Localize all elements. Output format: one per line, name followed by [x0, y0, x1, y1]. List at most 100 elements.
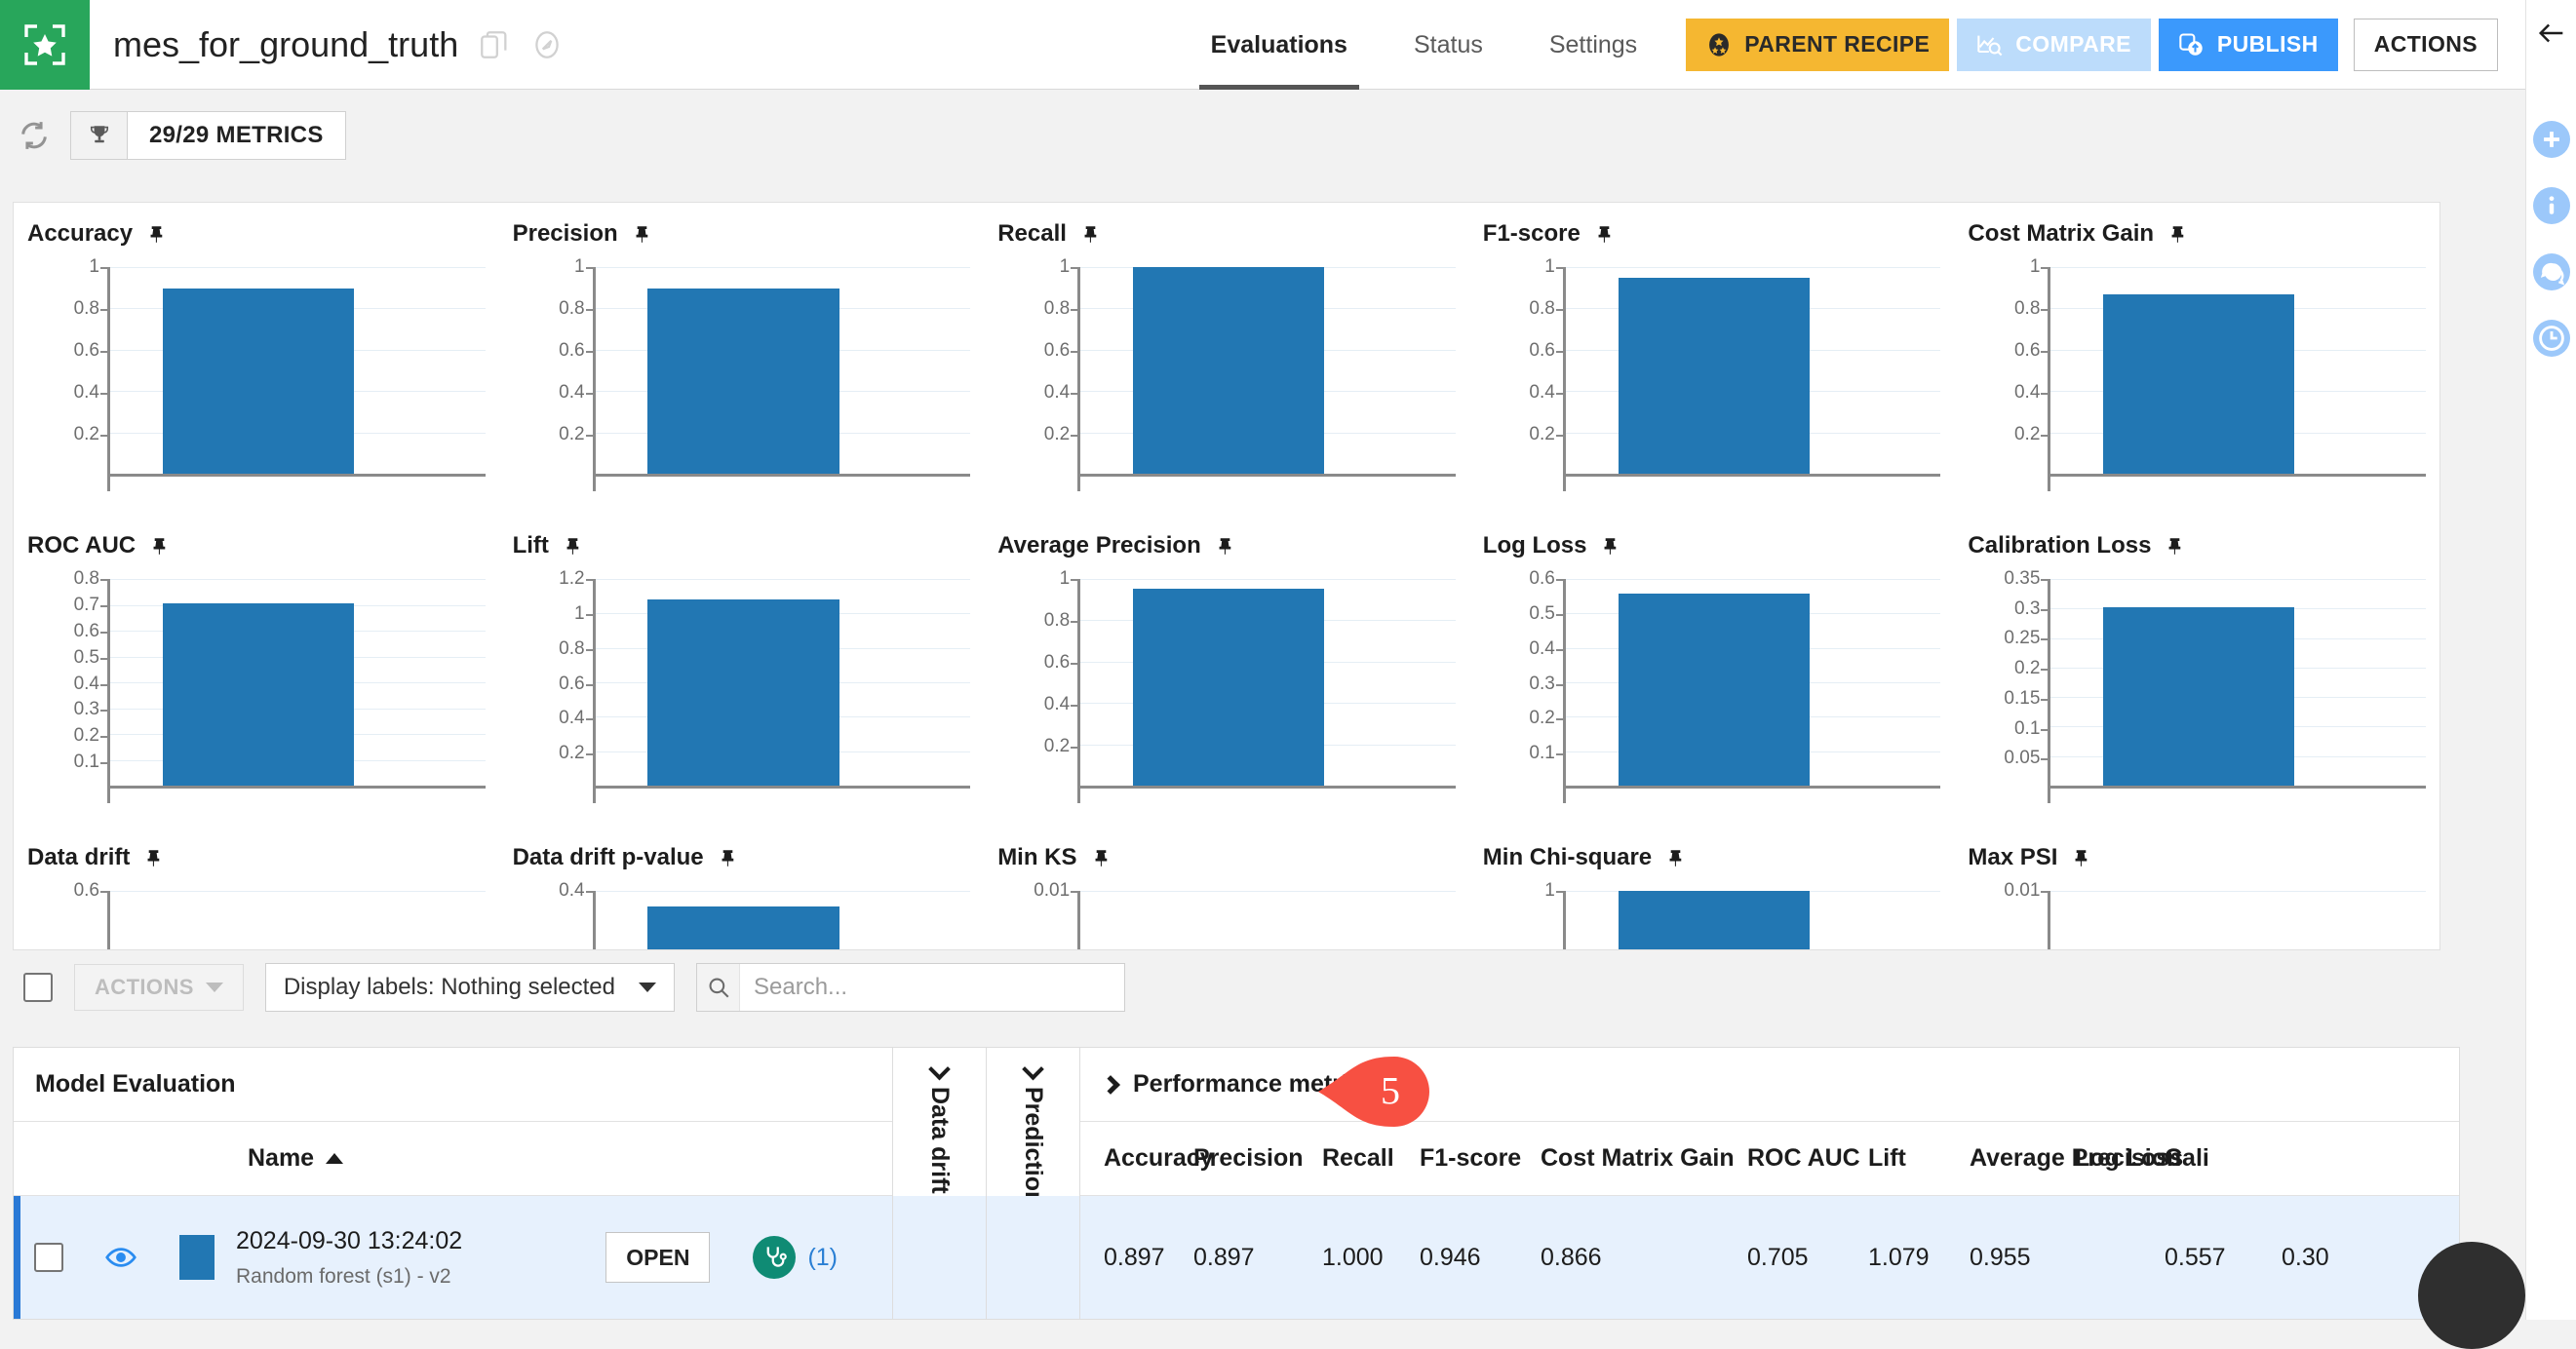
diagnostics-button[interactable] [753, 1236, 796, 1279]
chart-title-label: Cost Matrix Gain [1968, 220, 2154, 248]
pin-icon[interactable] [718, 847, 738, 868]
pin-icon[interactable] [2071, 847, 2091, 868]
support-chat-bubble[interactable] [2418, 1242, 2525, 1349]
metric-column-header[interactable]: Recall [1322, 1144, 1420, 1173]
select-all-checkbox[interactable] [23, 973, 53, 1002]
chart-plot-area [107, 579, 486, 789]
column-prediction-drift[interactable]: Prediction drift [987, 1048, 1080, 1319]
chart-title-label: Min KS [997, 844, 1076, 871]
chart-title-label: Data drift p-value [513, 844, 704, 871]
history-button[interactable] [2533, 320, 2570, 357]
chart-bar[interactable] [1619, 891, 1810, 950]
chart-bar[interactable] [647, 906, 839, 950]
publish-button[interactable]: PUBLISH [2159, 19, 2338, 71]
copy-icon[interactable] [478, 28, 511, 61]
pin-icon[interactable] [632, 223, 652, 245]
performance-metrics-columns: Performance metrics AccuracyPrecisionRec… [1080, 1048, 2459, 1319]
pin-icon[interactable] [2165, 535, 2185, 557]
metric-column-header[interactable]: Log Loss [2075, 1144, 2165, 1173]
chart-gridline [110, 579, 486, 580]
metric-column-header[interactable]: Cali [2165, 1144, 2282, 1173]
chart-y-tick-label: 0.8 [1044, 298, 1070, 320]
refresh-icon[interactable] [18, 119, 51, 152]
info-button[interactable] [2533, 187, 2570, 224]
chart-y-axis: 0.20.40.60.811.2 [513, 579, 593, 789]
chart-bar[interactable] [647, 289, 839, 474]
table-row[interactable]: 2024-09-30 13:24:02 Random forest (s1) -… [14, 1196, 892, 1319]
chevron-down-icon [1022, 1059, 1044, 1081]
pin-icon[interactable] [146, 223, 167, 245]
metric-value: 1.079 [1868, 1244, 1970, 1272]
chart-axis-nub [593, 788, 596, 803]
column-data-drift[interactable]: Data drift [893, 1048, 987, 1319]
compare-button[interactable]: COMPARE [1957, 19, 2151, 71]
pin-icon[interactable] [1215, 535, 1235, 557]
chart-y-tick-label: 0.6 [559, 674, 584, 695]
chart-plot: 0.01 [997, 891, 1456, 950]
pin-icon[interactable] [143, 847, 164, 868]
pin-icon[interactable] [1665, 847, 1686, 868]
metric-column-header[interactable]: Precision [1193, 1144, 1322, 1173]
performance-metrics-header[interactable]: Performance metrics [1080, 1048, 2459, 1122]
column-header-name[interactable]: Name [248, 1144, 343, 1173]
metric-column-header[interactable]: ROC AUC [1747, 1144, 1868, 1173]
pin-icon[interactable] [1080, 223, 1101, 245]
row-color-swatch-cell [158, 1235, 236, 1280]
tab-settings[interactable]: Settings [1516, 0, 1670, 90]
display-labels-select[interactable]: Display labels: Nothing selected [265, 963, 675, 1012]
chart-title-label: Accuracy [27, 220, 133, 248]
pin-icon[interactable] [563, 535, 583, 557]
parent-recipe-button[interactable]: PARENT RECIPE [1686, 19, 1949, 71]
search-input[interactable] [740, 964, 1124, 1011]
chart-bar[interactable] [1133, 589, 1324, 786]
chart-axis-nub [2048, 476, 2050, 491]
metrics-count-pill[interactable]: 29/29 METRICS [70, 111, 346, 160]
compass-icon[interactable] [530, 28, 564, 61]
chart-bar[interactable] [2103, 294, 2294, 474]
actions-button[interactable]: ACTIONS [2354, 19, 2498, 71]
callout-number: 5 [1381, 1068, 1400, 1114]
metric-column-header[interactable]: Accuracy [1080, 1144, 1193, 1173]
chart-title-label: Calibration Loss [1968, 532, 2151, 559]
pin-icon[interactable] [149, 535, 170, 557]
chart-title-label: Lift [513, 532, 549, 559]
diagnostics-count[interactable]: (1) [807, 1244, 838, 1272]
chart-bar[interactable] [647, 599, 839, 786]
chart-bar[interactable] [1133, 267, 1324, 474]
list-actions-button[interactable]: ACTIONS [74, 964, 244, 1011]
chart-gridline [1566, 579, 1941, 580]
metric-column-header[interactable]: Lift [1868, 1144, 1970, 1173]
tab-status[interactable]: Status [1381, 0, 1516, 90]
chart-title: Min KS [997, 844, 1456, 871]
chart-bar[interactable] [163, 603, 354, 786]
open-button[interactable]: OPEN [605, 1232, 710, 1283]
chat-icon [2533, 253, 2570, 290]
stethoscope-icon [760, 1243, 789, 1272]
pin-icon[interactable] [1091, 847, 1112, 868]
column-header-data-drift[interactable]: Data drift [925, 1061, 954, 1194]
metric-column-header[interactable]: F1-score [1420, 1144, 1541, 1173]
app-logo[interactable] [0, 0, 90, 90]
tab-evaluations[interactable]: Evaluations [1178, 0, 1381, 90]
metric-column-header[interactable]: Cost Matrix Gain [1541, 1144, 1747, 1173]
chart-y-tick-label: 1 [1544, 880, 1555, 902]
chart-y-axis: 0.10.20.30.40.50.60.70.8 [27, 579, 107, 789]
row-checkbox[interactable] [34, 1243, 63, 1272]
chart-bar[interactable] [1619, 278, 1810, 474]
chart-bar[interactable] [163, 289, 354, 474]
chart-bar[interactable] [1619, 594, 1810, 786]
chart-plot: 0.6 [27, 891, 486, 950]
collapse-panel-button[interactable] [2526, 8, 2576, 58]
metric-column-header[interactable]: Average Precision [1970, 1144, 2075, 1173]
chart-title: F1-score [1483, 220, 1941, 248]
add-item-button[interactable] [2533, 121, 2570, 158]
discussions-button[interactable] [2533, 253, 2570, 290]
chart-bar[interactable] [2103, 607, 2294, 786]
table-left-columns: Model Evaluation Name 2024-09-30 13:24:0… [14, 1048, 893, 1319]
pin-icon[interactable] [1600, 535, 1620, 557]
chart-cell: ROC AUC0.10.20.30.40.50.60.70.8 [14, 515, 499, 827]
pin-icon[interactable] [2167, 223, 2188, 245]
pin-icon[interactable] [1594, 223, 1615, 245]
publish-upload-icon [2178, 31, 2205, 58]
eye-icon[interactable] [103, 1240, 138, 1275]
